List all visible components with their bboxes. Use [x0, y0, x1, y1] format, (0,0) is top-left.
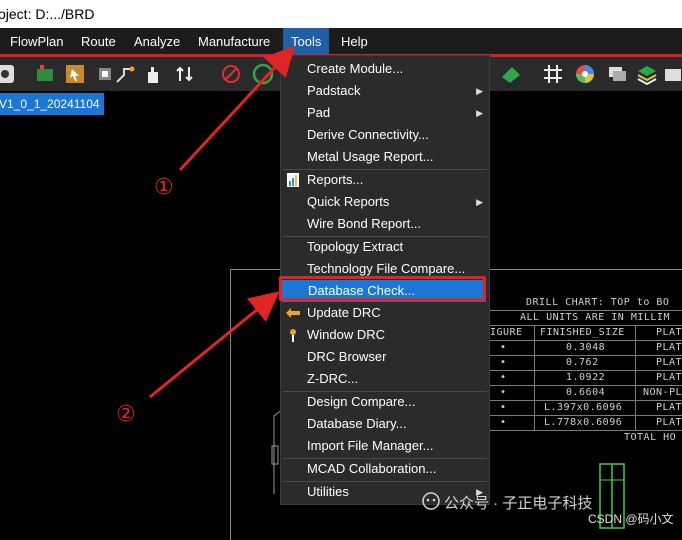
cell-size: 0.3048: [566, 342, 606, 353]
menu-item-metal-usage-report[interactable]: Metal Usage Report...: [281, 146, 489, 168]
grid-icon[interactable]: [542, 63, 564, 85]
cell-figure: •: [500, 342, 507, 353]
menu-item-database-diary[interactable]: Database Diary...: [281, 413, 489, 435]
cell-plated: PLAT: [656, 402, 682, 413]
drill-chart-units: ALL UNITS ARE IN MILLIM: [520, 312, 670, 323]
document-tab[interactable]: V1_0_1_20241104: [0, 93, 104, 115]
report-icon: [287, 173, 299, 187]
menu-item-reports[interactable]: Reports...: [281, 169, 489, 191]
step-2-marker: ②: [116, 402, 136, 427]
package-icon[interactable]: [34, 63, 56, 85]
swap-icon[interactable]: [174, 63, 196, 85]
cell-plated: PLAT: [656, 342, 682, 353]
wechat-watermark: 公众号 · 子正电子科技: [422, 492, 593, 513]
cell-plated: PLAT: [656, 372, 682, 383]
cell-figure: •: [500, 402, 507, 413]
cell-figure: •: [500, 387, 507, 398]
settings-icon[interactable]: [662, 63, 682, 85]
menu-item-derive-connectivity[interactable]: Derive Connectivity...: [281, 124, 489, 146]
menu-item-drc-browser[interactable]: DRC Browser: [281, 346, 489, 368]
table-row: • 0.3048 PLAT: [488, 341, 682, 356]
drill-chart-units-row: ALL UNITS ARE IN MILLIM: [488, 311, 682, 326]
pin-icon[interactable]: [0, 63, 16, 85]
cell-figure: •: [500, 357, 507, 368]
menu-item-create-module[interactable]: Create Module...: [281, 58, 489, 80]
document-tab-label: V1_0_1_20241104: [0, 97, 100, 111]
menu-help[interactable]: Help: [333, 28, 376, 55]
menu-item-padstack[interactable]: Padstack ▶: [281, 80, 489, 102]
table-row: • L.778x0.6096 PLAT: [488, 416, 682, 431]
step-1-marker: ①: [154, 175, 174, 200]
drill-chart: DRILL CHART: TOP to BO ALL UNITS ARE IN …: [488, 296, 682, 445]
csdn-watermark: CSDN @码小文: [588, 512, 674, 526]
chip-select-icon[interactable]: [64, 63, 86, 85]
menu-bar: FlowPlan Route Analyze Manufacture Tools…: [0, 28, 682, 55]
menu-item-topology-extract[interactable]: Topology Extract: [281, 236, 489, 258]
cell-figure: •: [500, 417, 507, 428]
header-plated: PLAT: [656, 327, 682, 338]
submenu-arrow-icon: ▶: [476, 197, 483, 207]
board-icon[interactable]: [500, 63, 522, 85]
table-row: • L.397x0.6096 PLAT: [488, 401, 682, 416]
menu-item-window-drc[interactable]: Window DRC: [281, 324, 489, 346]
cell-plated: NON-PL: [643, 387, 682, 398]
database-check-highlight: [279, 276, 486, 301]
header-figure: IGURE: [490, 327, 523, 338]
update-drc-icon: [286, 308, 300, 318]
hand-icon[interactable]: [142, 63, 164, 85]
title-text: oject: D:.../BRD: [0, 6, 95, 22]
menu-tools[interactable]: Tools: [283, 28, 330, 55]
table-row: • 1.0922 PLAT: [488, 371, 682, 386]
menu-item-update-drc[interactable]: Update DRC: [281, 302, 489, 324]
cell-plated: PLAT: [656, 357, 682, 368]
table-row: • 0.6604 NON-PL: [488, 386, 682, 401]
menu-item-mcad-collaboration[interactable]: MCAD Collaboration...: [281, 458, 489, 480]
menu-item-import-file-manager[interactable]: Import File Manager...: [281, 435, 489, 457]
circle-icon[interactable]: [252, 63, 274, 85]
cell-size: L.397x0.6096: [544, 402, 623, 413]
cell-size: 1.0922: [566, 372, 606, 383]
layers-icon[interactable]: [606, 63, 628, 85]
submenu-arrow-icon: ▶: [476, 86, 483, 96]
drill-chart-total: TOTAL HO: [624, 432, 677, 443]
chip-icon[interactable]: [94, 63, 116, 85]
header-size: FINISHED_SIZE: [540, 327, 625, 338]
menu-item-design-compare[interactable]: Design Compare...: [281, 391, 489, 413]
drill-chart-title-row: DRILL CHART: TOP to BO: [488, 296, 682, 311]
drill-chart-header: IGURE FINISHED_SIZE PLAT: [488, 326, 682, 341]
menu-flowplan[interactable]: FlowPlan: [2, 28, 71, 55]
menu-item-wire-bond-report[interactable]: Wire Bond Report...: [281, 213, 489, 235]
submenu-arrow-icon: ▶: [476, 108, 483, 118]
table-row: • 0.762 PLAT: [488, 356, 682, 371]
cell-figure: •: [500, 372, 507, 383]
cell-size: 0.762: [566, 357, 599, 368]
menu-item-z-drc[interactable]: Z-DRC...: [281, 368, 489, 390]
menu-analyze[interactable]: Analyze: [126, 28, 188, 55]
drill-chart-total-row: TOTAL HO: [488, 431, 682, 445]
drill-chart-title: DRILL CHART: TOP to BO: [526, 297, 670, 308]
no-entry-icon[interactable]: [220, 63, 242, 85]
wechat-icon: [422, 492, 440, 510]
route-icon[interactable]: [114, 63, 136, 85]
menu-route[interactable]: Route: [73, 28, 124, 55]
watermark-text: 公众号 · 子正电子科技: [444, 495, 593, 512]
menu-manufacture[interactable]: Manufacture: [190, 28, 278, 55]
title-bar: oject: D:.../BRD: [0, 0, 682, 28]
cell-size: L.778x0.6096: [544, 417, 623, 428]
cell-size: 0.6604: [566, 387, 606, 398]
cell-plated: PLAT: [656, 417, 682, 428]
stack-icon[interactable]: [636, 63, 658, 85]
menu-item-quick-reports[interactable]: Quick Reports ▶: [281, 191, 489, 213]
menu-item-pad[interactable]: Pad ▶: [281, 102, 489, 124]
window-drc-icon: [290, 329, 296, 342]
color-wheel-icon[interactable]: [574, 63, 596, 85]
